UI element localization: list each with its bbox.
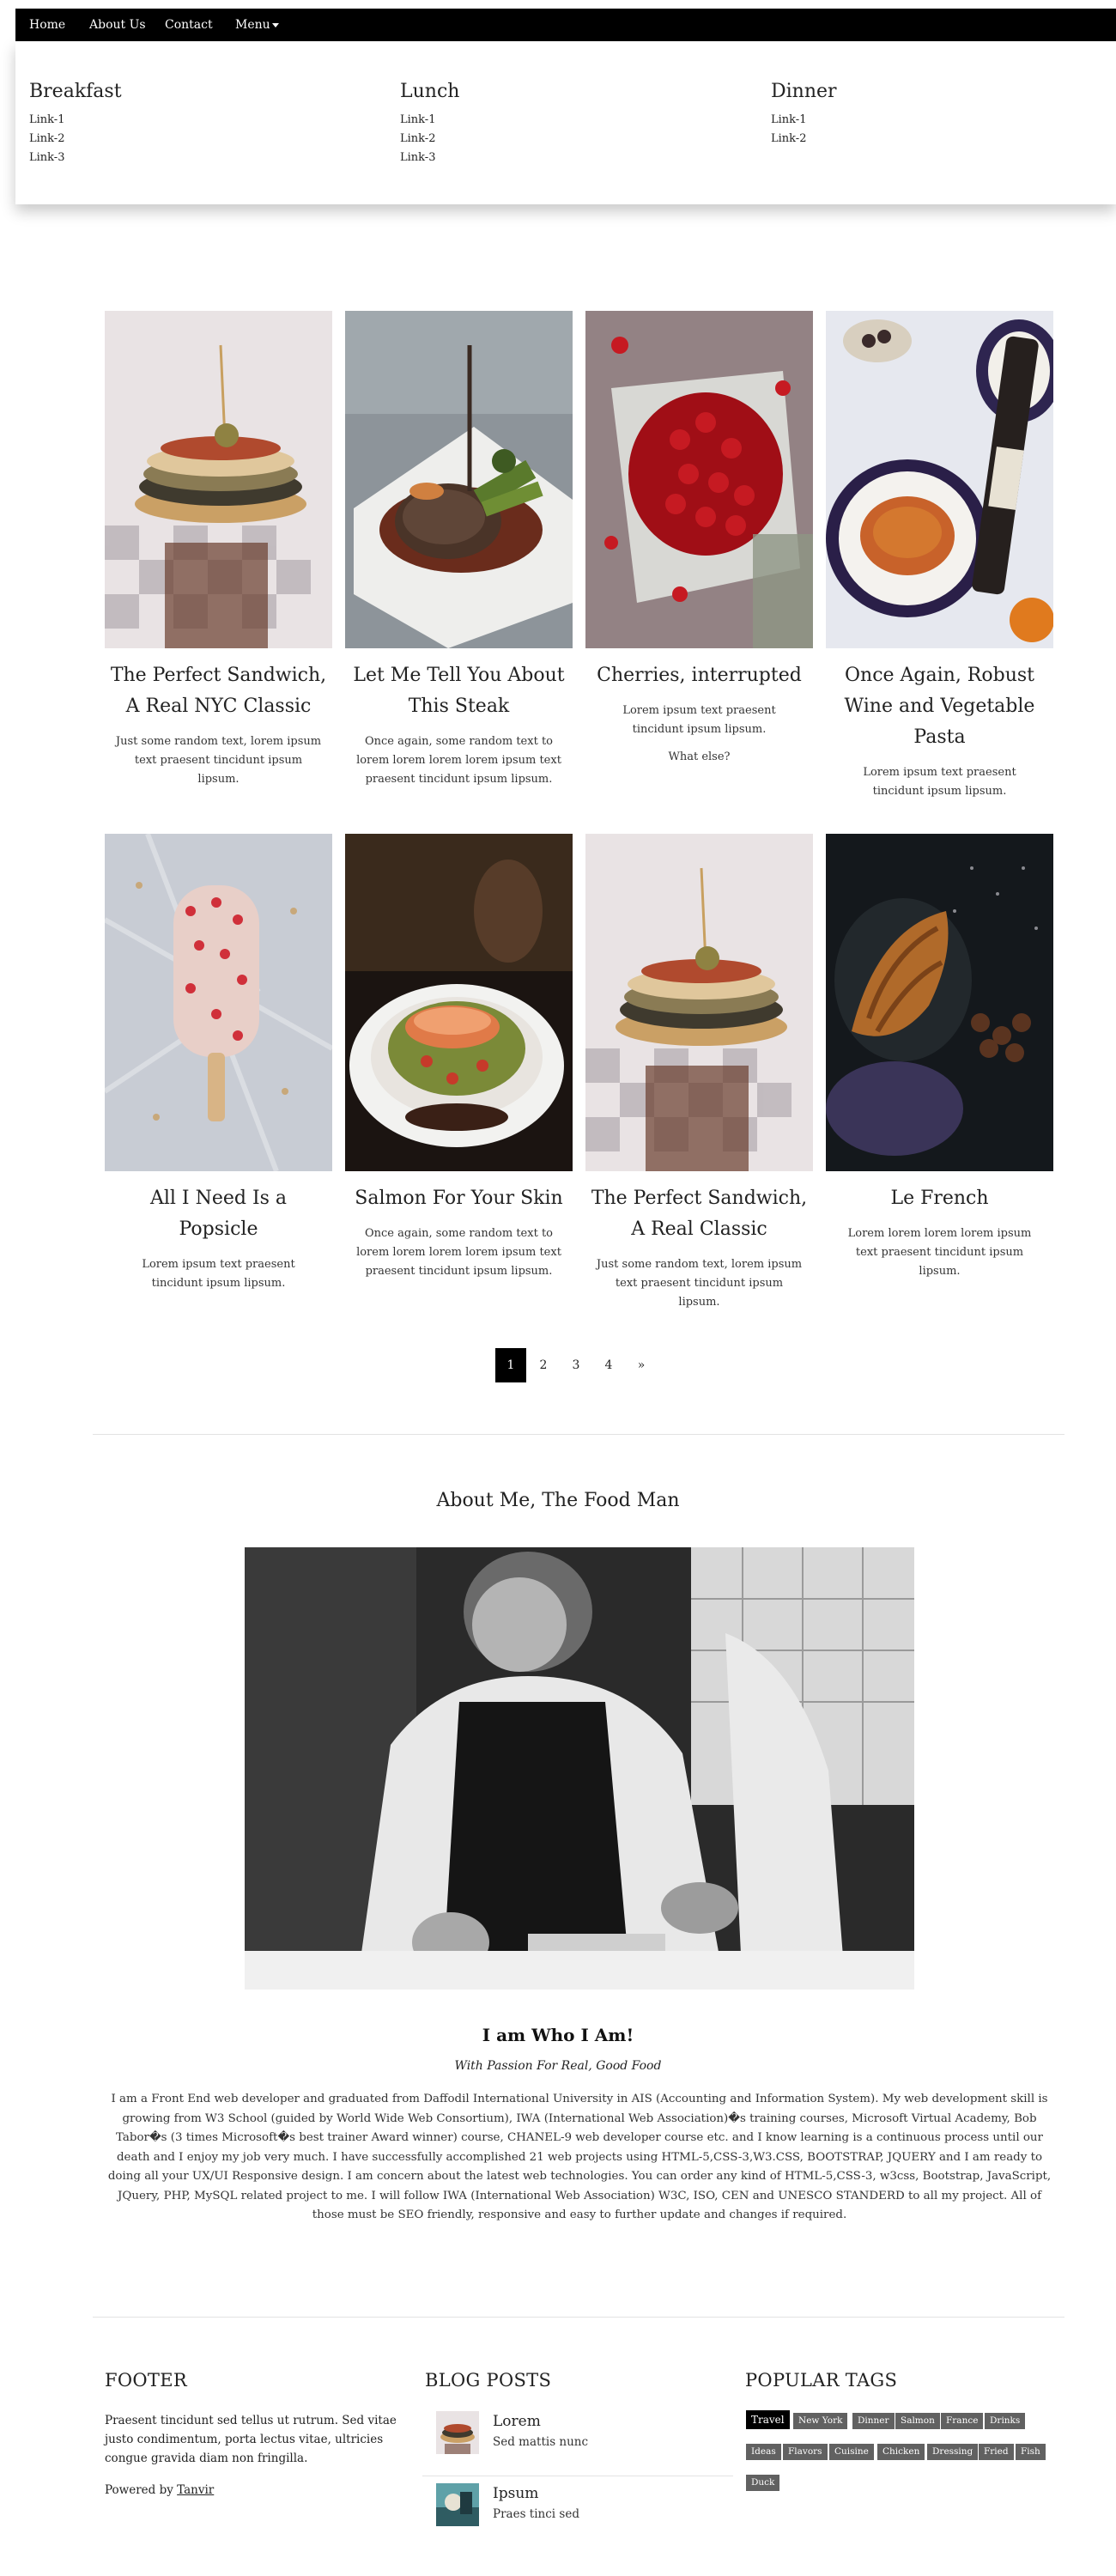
tag-fried[interactable]: Fried [979, 2444, 1014, 2460]
mega-col-breakfast: Breakfast Link-1 Link-2 Link-3 [29, 81, 122, 167]
tag-fish[interactable]: Fish [1016, 2444, 1046, 2460]
nav-contact-link[interactable]: Contact [165, 9, 213, 41]
tag-flavors[interactable]: Flavors [783, 2444, 828, 2460]
food-card-salmon[interactable]: Salmon For Your Skin Once again, some ra… [345, 834, 573, 1281]
author-link[interactable]: Tanvir [177, 2483, 214, 2497]
page-link-4[interactable]: 4 [593, 1348, 624, 1382]
blog-post-title[interactable]: Lorem [493, 2413, 541, 2430]
blog-posts-title: BLOG POSTS [425, 2370, 552, 2391]
blog-post-item[interactable]: Ipsum Praes tinci sed [436, 2476, 733, 2537]
mega-link[interactable]: Link-2 [400, 130, 459, 149]
about-title: About Me, The Food Man [436, 1490, 680, 1511]
tag-salmon[interactable]: Salmon [895, 2413, 940, 2429]
salmon-photo [345, 834, 573, 1171]
mega-link[interactable]: Link-2 [771, 130, 837, 149]
card-text: Lorem ipsum text praesent tincidunt ipsu… [863, 766, 1016, 798]
about-tagline: With Passion For Real, Good Food [454, 2059, 662, 2073]
card-title[interactable]: The Perfect Sandwich, A Real NYC Classic [105, 660, 332, 722]
card-text: Once again, some random text to lorem lo… [356, 735, 561, 786]
section-divider [93, 2317, 1064, 2318]
card-title[interactable]: All I Need Is a Popsicle [105, 1183, 332, 1245]
tag-cuisine[interactable]: Cuisine [829, 2444, 874, 2460]
mega-link[interactable]: Link-3 [29, 149, 122, 167]
about-name: I am Who I Am! [482, 2025, 634, 2045]
powered-by-label: Powered by [105, 2483, 173, 2497]
sandwich-photo [585, 834, 813, 1171]
food-card-pasta[interactable]: Once Again, Robust Wine and Vegetable Pa… [826, 311, 1053, 801]
tag-drinks[interactable]: Drinks [985, 2413, 1026, 2429]
card-title[interactable]: Le French [826, 1183, 1053, 1214]
food-card-popsicle[interactable]: All I Need Is a Popsicle Lorem ipsum tex… [105, 834, 332, 1293]
tag-dinner[interactable]: Dinner [852, 2413, 895, 2429]
card-text: Just some random text, lorem ipsum text … [596, 1258, 803, 1309]
page-next-link[interactable]: » [626, 1348, 657, 1382]
tag-chicken[interactable]: Chicken [877, 2444, 925, 2460]
popular-tags-title: POPULAR TAGS [745, 2370, 898, 2391]
about-text: I am a Front End web developer and gradu… [107, 2093, 1052, 2221]
tag-dressing[interactable]: Dressing [927, 2444, 979, 2460]
sandwich-photo [105, 311, 332, 648]
popsicle-photo [105, 834, 332, 1171]
page-link-3[interactable]: 3 [561, 1348, 591, 1382]
blog-post-subtitle: Praes tinci sed [493, 2507, 579, 2521]
steak-photo [345, 311, 573, 648]
food-card-le-french[interactable]: Le French Lorem lorem lorem lorem ipsum … [826, 834, 1053, 1281]
tag-travel[interactable]: Travel [746, 2410, 790, 2429]
mega-col-lunch: Lunch Link-1 Link-2 Link-3 [400, 81, 459, 167]
top-navbar: Home About Us Contact Menu [15, 9, 1116, 41]
food-card-sandwich-classic[interactable]: The Perfect Sandwich, A Real Classic Jus… [585, 834, 813, 1312]
card-title[interactable]: Cherries, interrupted [585, 660, 813, 691]
footer-text: Praesent tincidunt sed tellus ut rutrum.… [105, 2414, 397, 2465]
nav-home-link[interactable]: Home [29, 9, 65, 41]
mega-col-title: Dinner [771, 81, 837, 102]
blog-post-subtitle: Sed mattis nunc [493, 2435, 589, 2449]
tag-ideas[interactable]: Ideas [746, 2444, 781, 2460]
blog-post-title[interactable]: Ipsum [493, 2485, 538, 2502]
food-card-cherries[interactable]: Cherries, interrupted Lorem ipsum text p… [585, 311, 813, 767]
pasta-wine-photo [826, 311, 1053, 648]
food-card-steak[interactable]: Let Me Tell You About This Steak Once ag… [345, 311, 573, 789]
croissant-photo [826, 834, 1053, 1171]
card-title[interactable]: Let Me Tell You About This Steak [345, 660, 573, 722]
nav-menu-label: Menu [235, 18, 270, 32]
card-text: Just some random text, lorem ipsum text … [115, 735, 322, 786]
mega-col-title: Breakfast [29, 81, 122, 102]
footer-title: FOOTER [105, 2370, 187, 2391]
blog-post-thumbnail [436, 2483, 479, 2526]
nav-about-link[interactable]: About Us [89, 9, 146, 41]
card-text: Lorem ipsum text praesent tincidunt ipsu… [622, 704, 776, 736]
blog-post-thumbnail [436, 2411, 479, 2454]
blog-post-item[interactable]: Lorem Sed mattis nunc [436, 2404, 733, 2464]
tag-new-york[interactable]: New York [793, 2413, 848, 2429]
mega-link[interactable]: Link-1 [400, 111, 459, 130]
card-text: Lorem ipsum text praesent tincidunt ipsu… [142, 1258, 295, 1290]
card-title[interactable]: Salmon For Your Skin [345, 1183, 573, 1214]
food-card-sandwich[interactable]: The Perfect Sandwich, A Real NYC Classic… [105, 311, 332, 789]
tag-france[interactable]: France [941, 2413, 984, 2429]
section-divider [93, 1434, 1064, 1435]
card-text-extra: What else? [668, 750, 731, 763]
chef-photo [245, 1547, 914, 1990]
mega-link[interactable]: Link-1 [771, 111, 837, 130]
mega-menu-dropdown: Breakfast Link-1 Link-2 Link-3 Lunch Lin… [15, 41, 1116, 204]
cherries-photo [585, 311, 813, 648]
card-text: Once again, some random text to lorem lo… [356, 1227, 561, 1278]
mega-link[interactable]: Link-2 [29, 130, 122, 149]
caret-down-icon [271, 22, 279, 27]
card-text: Lorem lorem lorem lorem ipsum text praes… [847, 1227, 1032, 1278]
tag-duck[interactable]: Duck [746, 2475, 780, 2491]
mega-link[interactable]: Link-3 [400, 149, 459, 167]
mega-col-dinner: Dinner Link-1 Link-2 [771, 81, 837, 149]
nav-menu-dropdown[interactable]: Menu [235, 9, 279, 41]
page-link-1[interactable]: 1 [495, 1348, 526, 1382]
mega-col-title: Lunch [400, 81, 460, 102]
card-title[interactable]: The Perfect Sandwich, A Real Classic [585, 1183, 813, 1245]
powered-by: Powered by Tanvir [105, 2483, 214, 2497]
card-title[interactable]: Once Again, Robust Wine and Vegetable Pa… [826, 660, 1053, 753]
page-link-2[interactable]: 2 [528, 1348, 559, 1382]
mega-link[interactable]: Link-1 [29, 111, 122, 130]
